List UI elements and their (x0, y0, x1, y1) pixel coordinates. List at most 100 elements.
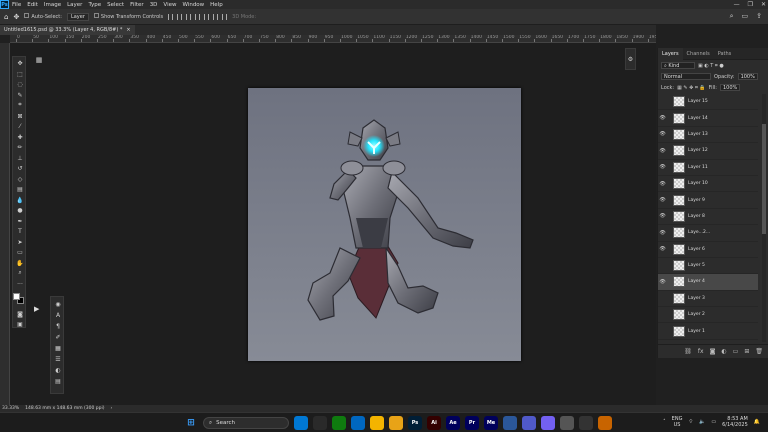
start-button[interactable]: ⊞ (184, 416, 198, 430)
layer-filter-kind[interactable]: ⌕ Kind (661, 62, 695, 69)
layer-row[interactable]: 👁 Layer 8 (658, 209, 758, 226)
stamp-tool-icon[interactable]: ⊥ (15, 154, 25, 162)
dodge-tool-icon[interactable]: ● (15, 206, 25, 214)
auto-select-checkbox[interactable]: Auto-Select: (24, 13, 62, 20)
adjustment-layer-icon[interactable]: ◐ (721, 348, 726, 355)
chevron-up-icon[interactable]: ˄ (663, 419, 666, 425)
layer-name[interactable]: Layer 11 (688, 165, 708, 170)
close-tab-icon[interactable]: × (126, 27, 130, 33)
layer-row[interactable]: 👁 Layer 11 (658, 160, 758, 176)
layer-row[interactable]: Layer 5 (658, 258, 758, 275)
close-button[interactable]: ✕ (761, 1, 766, 8)
taskbar-app-icon[interactable] (294, 416, 308, 430)
align-bottom-icon[interactable] (213, 13, 219, 20)
menu-edit[interactable]: Edit (24, 2, 41, 8)
character-icon[interactable]: A (53, 311, 63, 319)
taskbar-app-icon[interactable] (541, 416, 555, 430)
language-indicator[interactable]: ENG US (672, 416, 683, 428)
hand-tool-icon[interactable]: ✋ (15, 259, 25, 267)
opacity-field[interactable]: 100% (737, 73, 758, 80)
tab-paths[interactable]: Paths (714, 48, 736, 60)
frame-tool-icon[interactable]: ⊠ (15, 112, 25, 120)
visibility-eye-icon[interactable]: 👁 (658, 230, 667, 236)
healing-tool-icon[interactable]: ✚ (15, 133, 25, 141)
layer-name[interactable]: Layer 13 (688, 132, 708, 137)
quick-mask-icon[interactable]: ◙ (15, 310, 25, 318)
type-tool-icon[interactable]: T (15, 227, 25, 235)
layer-row[interactable]: Layer 3 (658, 291, 758, 308)
layer-name[interactable]: Layer 6 (688, 247, 705, 252)
wifi-icon[interactable]: ⌔ (688, 419, 693, 425)
layer-row[interactable]: 👁 Layer 6 (658, 242, 758, 258)
gradient-tool-icon[interactable]: ▤ (15, 185, 25, 193)
volume-icon[interactable]: 🔈 (699, 419, 705, 425)
auto-select-dropdown[interactable]: Layer (66, 12, 89, 21)
align-right-icon[interactable] (186, 13, 192, 20)
taskbar-app-icon[interactable]: Pr (465, 416, 479, 430)
screen-mode-icon[interactable]: ▣ (15, 320, 25, 328)
layer-name[interactable]: Layer 5 (688, 263, 705, 268)
share-icon[interactable]: ⇪ (756, 12, 762, 21)
new-layer-icon[interactable]: ⊞ (744, 348, 749, 355)
adjustment-icon[interactable]: ◉ (53, 300, 63, 308)
taskbar-app-icon[interactable] (351, 416, 365, 430)
tab-channels[interactable]: Channels (683, 48, 714, 60)
layer-row[interactable]: 👁 Layer 14 (658, 110, 758, 127)
paragraph-icon[interactable]: ¶ (53, 322, 63, 330)
menu-window[interactable]: Window (179, 2, 207, 8)
layer-name[interactable]: Layer 14 (688, 116, 708, 121)
menu-image[interactable]: Image (41, 2, 64, 8)
filter-icons[interactable]: ▣ ◐ T ⌗ ● (698, 63, 724, 69)
layer-name[interactable]: Layer 8 (688, 214, 705, 219)
shape-tool-icon[interactable]: ▭ (15, 248, 25, 256)
minimize-button[interactable]: — (734, 1, 740, 8)
swatches-icon[interactable]: ▦ (53, 344, 63, 352)
visibility-eye-icon[interactable]: 👁 (658, 131, 667, 137)
new-group-icon[interactable]: ▭ (733, 348, 739, 355)
more-tools-icon[interactable]: ··· (15, 280, 25, 288)
workspace-icon[interactable]: ▭ (742, 12, 749, 21)
layer-name[interactable]: Layer 15 (688, 99, 708, 104)
menu-help[interactable]: Help (207, 2, 226, 8)
align-center-icon[interactable] (177, 13, 183, 20)
taskbar-app-icon[interactable] (503, 416, 517, 430)
maximize-button[interactable]: ❐ (748, 1, 753, 8)
taskbar-app-icon[interactable]: Me (484, 416, 498, 430)
move-tool-icon[interactable]: ✥ (13, 13, 19, 21)
menu-file[interactable]: File (9, 2, 24, 8)
blur-tool-icon[interactable]: 💧 (15, 196, 25, 204)
lasso-tool-icon[interactable]: ◌ (15, 80, 25, 88)
align-top-icon[interactable] (195, 13, 201, 20)
taskbar-app-icon[interactable]: Ps (408, 416, 422, 430)
menu-layer[interactable]: Layer (64, 2, 85, 8)
zoom-level[interactable]: 33.33% (2, 406, 19, 411)
document-tab[interactable]: Untitled1615.psd @ 33.3% (Layer 4, RGB/8… (0, 25, 135, 35)
path-select-tool-icon[interactable]: ➤ (15, 238, 25, 246)
crop-tool-icon[interactable]: ⌗ (15, 101, 25, 109)
quick-select-tool-icon[interactable]: ✎ (15, 91, 25, 99)
sliders-icon[interactable]: ☰ (53, 355, 63, 363)
eraser-tool-icon[interactable]: ◇ (15, 175, 25, 183)
layer-row[interactable]: 👁 Layer 13 (658, 127, 758, 144)
marquee-tool-icon[interactable]: ⬚ (15, 70, 25, 78)
lock-icons[interactable]: ▦ ✎ ✥ ⌗ 🔒 (677, 85, 706, 91)
layer-name[interactable]: Layer 4 (688, 279, 705, 284)
brush-settings-icon[interactable]: ✐ (53, 333, 63, 341)
taskbar-app-icon[interactable] (579, 416, 593, 430)
menu-filter[interactable]: Filter (127, 2, 147, 8)
layer-name[interactable]: Laye...2... (688, 230, 710, 235)
history-brush-icon[interactable]: ↺ (15, 164, 25, 172)
layer-name[interactable]: Layer 2 (688, 312, 705, 317)
visibility-eye-icon[interactable]: 👁 (658, 213, 667, 219)
add-mask-icon[interactable]: ◙ (710, 348, 716, 355)
align-left-icon[interactable] (168, 13, 174, 20)
visibility-eye-icon[interactable]: 👁 (658, 148, 667, 154)
document-canvas[interactable] (248, 88, 521, 361)
move-tool-icon[interactable]: ✥ (15, 59, 25, 67)
layer-row[interactable]: 👁 Laye...2... (658, 225, 758, 242)
layer-row[interactable]: Layer 2 (658, 307, 758, 324)
visibility-eye-icon[interactable]: 👁 (658, 164, 667, 170)
taskbar-app-icon[interactable] (598, 416, 612, 430)
search-icon[interactable]: ⌕ (730, 12, 734, 21)
clock[interactable]: 8:53 AM 6/14/2025 (722, 416, 748, 428)
